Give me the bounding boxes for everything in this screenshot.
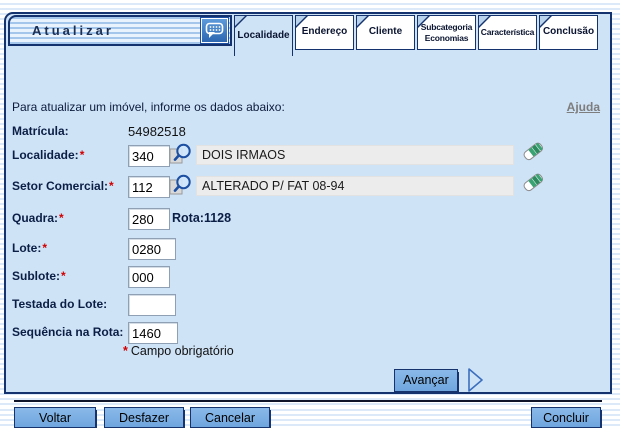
tab-label: Subcategoria Economias <box>419 22 474 43</box>
required-asterisk: * <box>61 269 66 283</box>
tab-caracteristica[interactable]: Característica <box>478 15 537 50</box>
tab-endereco[interactable]: Endereço <box>295 15 354 50</box>
sequencia-label: Sequência na Rota: <box>12 325 123 339</box>
tab-cliente[interactable]: Cliente <box>356 15 415 50</box>
tab-label: Cliente <box>369 27 402 38</box>
label-text: Quadra: <box>12 211 58 225</box>
field-row-localidade: Localidade:* DOIS IRMAOS <box>12 145 604 169</box>
page-background: { "colors": { "accent_navy": "#14336e", … <box>0 0 620 406</box>
field-row-matricula: Matrícula: 54982518 <box>12 121 604 145</box>
testada-input[interactable] <box>128 294 176 316</box>
chat-keypad-icon[interactable] <box>200 17 229 44</box>
label-text: Lote: <box>12 241 41 255</box>
testada-label: Testada do Lote: <box>12 297 107 311</box>
search-lookup-icon[interactable] <box>168 141 194 167</box>
localidade-description-field: DOIS IRMAOS <box>196 145 514 165</box>
quadra-label: Quadra:* <box>12 211 64 225</box>
footer-divider <box>14 400 602 402</box>
field-row-sublote: Sublote:* <box>12 266 604 290</box>
search-lookup-icon[interactable] <box>168 172 194 198</box>
matricula-value: 54982518 <box>128 124 186 139</box>
sublote-input[interactable] <box>128 266 170 288</box>
required-asterisk: * <box>109 179 114 193</box>
tab-conclusao[interactable]: Conclusão <box>539 15 598 50</box>
required-asterisk: * <box>80 148 85 162</box>
quadra-input[interactable] <box>128 208 170 230</box>
eraser-icon[interactable] <box>520 169 546 195</box>
tab-label: Conclusão <box>543 27 594 38</box>
voltar-button[interactable]: Voltar <box>14 407 96 428</box>
eraser-icon[interactable] <box>520 138 546 164</box>
update-panel: Atualizar Localidade Endereço Cliente Su… <box>4 12 612 394</box>
page-title: Atualizar <box>32 17 114 44</box>
label-text: Sequência na Rota: <box>12 325 123 339</box>
wizard-tab-strip: Localidade Endereço Cliente Subcategoria… <box>234 15 598 57</box>
required-field-note: *Campo obrigatório <box>122 344 234 358</box>
rota-value: Rota:1128 <box>172 211 231 225</box>
concluir-button[interactable]: Concluir <box>531 407 601 428</box>
note-text: Campo obrigatório <box>131 344 234 358</box>
field-row-sequencia: Sequência na Rota: <box>12 322 604 346</box>
label-text: Setor Comercial: <box>12 179 108 193</box>
field-row-lote: Lote:* <box>12 238 604 262</box>
tab-subcategoria-economias[interactable]: Subcategoria Economias <box>417 15 476 50</box>
setor-comercial-description-field: ALTERADO P/ FAT 08-94 <box>196 176 514 196</box>
sequencia-input[interactable] <box>128 322 178 344</box>
cancelar-button[interactable]: Cancelar <box>190 407 270 428</box>
lote-input[interactable] <box>128 238 176 260</box>
tab-label: Característica <box>481 27 534 38</box>
sublote-label: Sublote:* <box>12 269 66 283</box>
form-content: Para atualizar um imóvel, informe os dad… <box>6 56 610 392</box>
matricula-label: Matrícula: <box>12 124 69 138</box>
forward-arrow-icon <box>466 367 486 393</box>
help-link[interactable]: Ajuda <box>567 100 600 114</box>
panel-header: Atualizar Localidade Endereço Cliente Su… <box>6 14 610 56</box>
desfazer-button[interactable]: Desfazer <box>104 407 184 428</box>
label-text: Testada do Lote: <box>12 297 107 311</box>
label-text: Localidade: <box>12 148 79 162</box>
intro-text: Para atualizar um imóvel, informe os dad… <box>12 100 285 114</box>
lote-label: Lote:* <box>12 241 47 255</box>
setor-comercial-code-input[interactable] <box>128 176 170 198</box>
label-text: Sublote: <box>12 269 60 283</box>
avancar-button[interactable]: Avançar <box>394 369 458 392</box>
setor-comercial-label: Setor Comercial:* <box>12 179 114 193</box>
tab-label: Localidade <box>237 31 289 42</box>
localidade-label: Localidade:* <box>12 148 84 162</box>
localidade-code-input[interactable] <box>128 145 170 167</box>
required-asterisk: * <box>59 211 64 225</box>
field-row-testada: Testada do Lote: <box>12 294 604 318</box>
tab-localidade[interactable]: Localidade <box>234 15 293 56</box>
title-bar: Atualizar <box>8 15 232 46</box>
field-row-setor-comercial: Setor Comercial:* ALTERADO P/ FAT 08-94 <box>12 176 604 200</box>
required-asterisk: * <box>42 241 47 255</box>
field-row-quadra: Quadra:* Rota:1128 <box>12 208 604 232</box>
tab-label: Endereço <box>302 27 348 38</box>
required-asterisk: * <box>123 344 128 358</box>
